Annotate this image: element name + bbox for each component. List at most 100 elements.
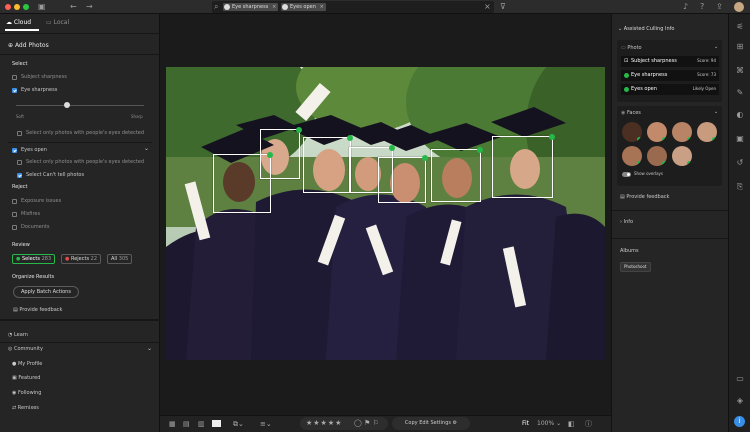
detail-view-icon[interactable] [212, 420, 221, 427]
eye-sharpness-checkbox[interactable] [12, 88, 17, 93]
face-thumbnail[interactable] [672, 122, 692, 142]
zoom-level[interactable]: 100% ⌄ [537, 420, 561, 427]
community-chevron-icon[interactable]: ⌄ [147, 345, 152, 352]
album-tag-photoshoot[interactable]: Photoshoot [620, 262, 651, 272]
bell-icon[interactable]: ♪ [683, 0, 688, 14]
face-check-icon [389, 145, 395, 151]
apply-batch-actions-button[interactable]: Apply Batch Actions [13, 286, 79, 298]
face-thumbnail[interactable] [622, 146, 642, 166]
only-eyes-detected-checkbox-2[interactable] [17, 160, 22, 165]
cant-tell-checkbox[interactable] [17, 173, 22, 178]
square-grid-icon[interactable]: ▤ [183, 419, 190, 429]
add-photos-button[interactable]: ⊕ Add Photos [8, 42, 49, 49]
comments-icon[interactable]: ▭ [734, 374, 746, 383]
eyes-open-chevron-icon[interactable]: ⌄ [144, 145, 149, 152]
face-box[interactable] [431, 147, 483, 202]
subject-sharpness-checkbox[interactable] [12, 75, 17, 80]
clear-search-icon[interactable]: × [484, 0, 491, 14]
sidebar-toggle-icon[interactable]: ▣ [38, 0, 46, 14]
help-icon[interactable]: ? [700, 0, 704, 14]
learn-link[interactable]: ◔ Learn [8, 332, 28, 338]
face-thumbnail[interactable] [647, 146, 667, 166]
close-window-button[interactable] [5, 4, 11, 10]
eyes-open-checkbox[interactable] [12, 148, 17, 153]
avatar[interactable] [734, 2, 744, 12]
grid-view-icon[interactable]: ▦ [169, 419, 176, 429]
my-profile-link[interactable]: ● My Profile [12, 361, 42, 367]
slider-handle[interactable] [64, 102, 71, 108]
tab-cloud[interactable]: ☁ Cloud [6, 19, 31, 26]
versions-icon[interactable]: ⎘ [734, 182, 746, 192]
chip-check-icon [282, 4, 288, 10]
face-thumbnail[interactable] [647, 122, 667, 142]
right-provide-feedback-link[interactable]: ▤ Provide feedback [620, 194, 669, 200]
eye-sharpness-row: Eye sharpness Score: 73 [621, 70, 719, 81]
faces-chevron-icon[interactable]: ⌄ [714, 109, 718, 115]
face-thumbnail[interactable] [622, 122, 642, 142]
chip-close-icon[interactable]: × [272, 3, 276, 11]
rejects-button[interactable]: ● Rejects 22 [61, 254, 102, 264]
forward-arrow-icon[interactable]: → [86, 0, 93, 14]
show-overlays-toggle[interactable] [622, 172, 631, 177]
search-bar[interactable]: ⌕ Eye sharpness × Eyes open × × [212, 1, 494, 13]
face-thumbnail[interactable] [697, 122, 717, 142]
chip-close-icon[interactable]: × [320, 3, 324, 11]
filter-icon[interactable]: ⊽ [500, 0, 506, 14]
face-check-icon [296, 127, 302, 133]
face-box[interactable] [378, 155, 428, 203]
assisted-culling-header[interactable]: ⌄ Assisted Culling Info [618, 26, 674, 32]
only-eyes-detected-checkbox-1[interactable] [17, 131, 22, 136]
misfires-checkbox[interactable] [12, 212, 17, 217]
transform-icon[interactable]: ⌘ [734, 66, 746, 75]
list-icon[interactable]: ≡⌄ [260, 419, 272, 429]
face-box[interactable] [303, 135, 353, 193]
exposure-checkbox[interactable] [12, 199, 17, 204]
photo-icon: ▭ [621, 45, 626, 51]
following-link[interactable]: ◉ Following [12, 390, 41, 396]
face-box[interactable] [492, 134, 555, 198]
sort-icon[interactable]: ⧉⌄ [233, 419, 244, 429]
share-icon[interactable]: ⇪ [716, 0, 723, 14]
featured-link[interactable]: ▣ Featured [12, 375, 40, 381]
person-icon: ● [12, 361, 17, 367]
flag-icons[interactable]: ◯ ⚑ ⚐ [354, 418, 379, 428]
remixes-link[interactable]: ⇄ Remixes [12, 405, 39, 411]
provide-feedback-link[interactable]: ▤ Provide feedback [13, 307, 62, 313]
crop-icon[interactable]: ⊞ [734, 42, 746, 51]
check-icon [624, 87, 629, 92]
selects-button[interactable]: ● Selects 283 [12, 254, 56, 264]
tab-local[interactable]: ▭ Local [46, 19, 69, 26]
info-section[interactable]: › Info [620, 219, 633, 225]
info-icon[interactable]: ⓘ [585, 419, 592, 429]
documents-checkbox[interactable] [12, 225, 17, 230]
face-box[interactable] [260, 127, 302, 179]
back-arrow-icon[interactable]: ← [70, 0, 77, 14]
history-icon[interactable]: ↺ [734, 158, 746, 167]
presets-icon[interactable]: ▣ [734, 134, 746, 143]
eye-sharpness-slider[interactable] [16, 102, 144, 108]
face-thumbnail[interactable] [672, 146, 692, 166]
faces-section-label: ◉ Faces [621, 110, 641, 116]
minimize-window-button[interactable] [14, 4, 20, 10]
community-icon: ◎ [8, 346, 13, 352]
masking-icon[interactable]: ◐ [734, 110, 746, 119]
community-section[interactable]: ◎ Community [8, 346, 43, 352]
fit-zoom-button[interactable]: Fit [522, 420, 529, 427]
photo-preview[interactable] [166, 67, 605, 360]
star-rating[interactable]: ★★★★★ [306, 418, 342, 428]
photo-chevron-icon[interactable]: ⌄ [714, 44, 718, 50]
compare-icon[interactable]: ◧ [568, 419, 575, 429]
filmstrip-icon[interactable]: ▥ [198, 419, 205, 429]
copy-edit-settings-button[interactable]: Copy Edit Settings ⚙ [392, 417, 470, 430]
reject-header: Reject [12, 184, 28, 190]
all-button[interactable]: All 305 [107, 254, 133, 264]
tag-icon[interactable]: ◈ [734, 396, 746, 405]
filter-chip-eye-sharpness[interactable]: Eye sharpness × [223, 3, 279, 11]
filter-chip-eyes-open[interactable]: Eyes open × [281, 3, 326, 11]
info-panel-icon[interactable]: i [734, 416, 745, 427]
chip-check-icon [224, 4, 230, 10]
edit-sliders-icon[interactable]: ⚟ [734, 22, 746, 31]
search-icon: ⌕ [214, 2, 219, 11]
heal-icon[interactable]: ✎ [734, 88, 746, 97]
zoom-window-button[interactable] [23, 4, 29, 10]
